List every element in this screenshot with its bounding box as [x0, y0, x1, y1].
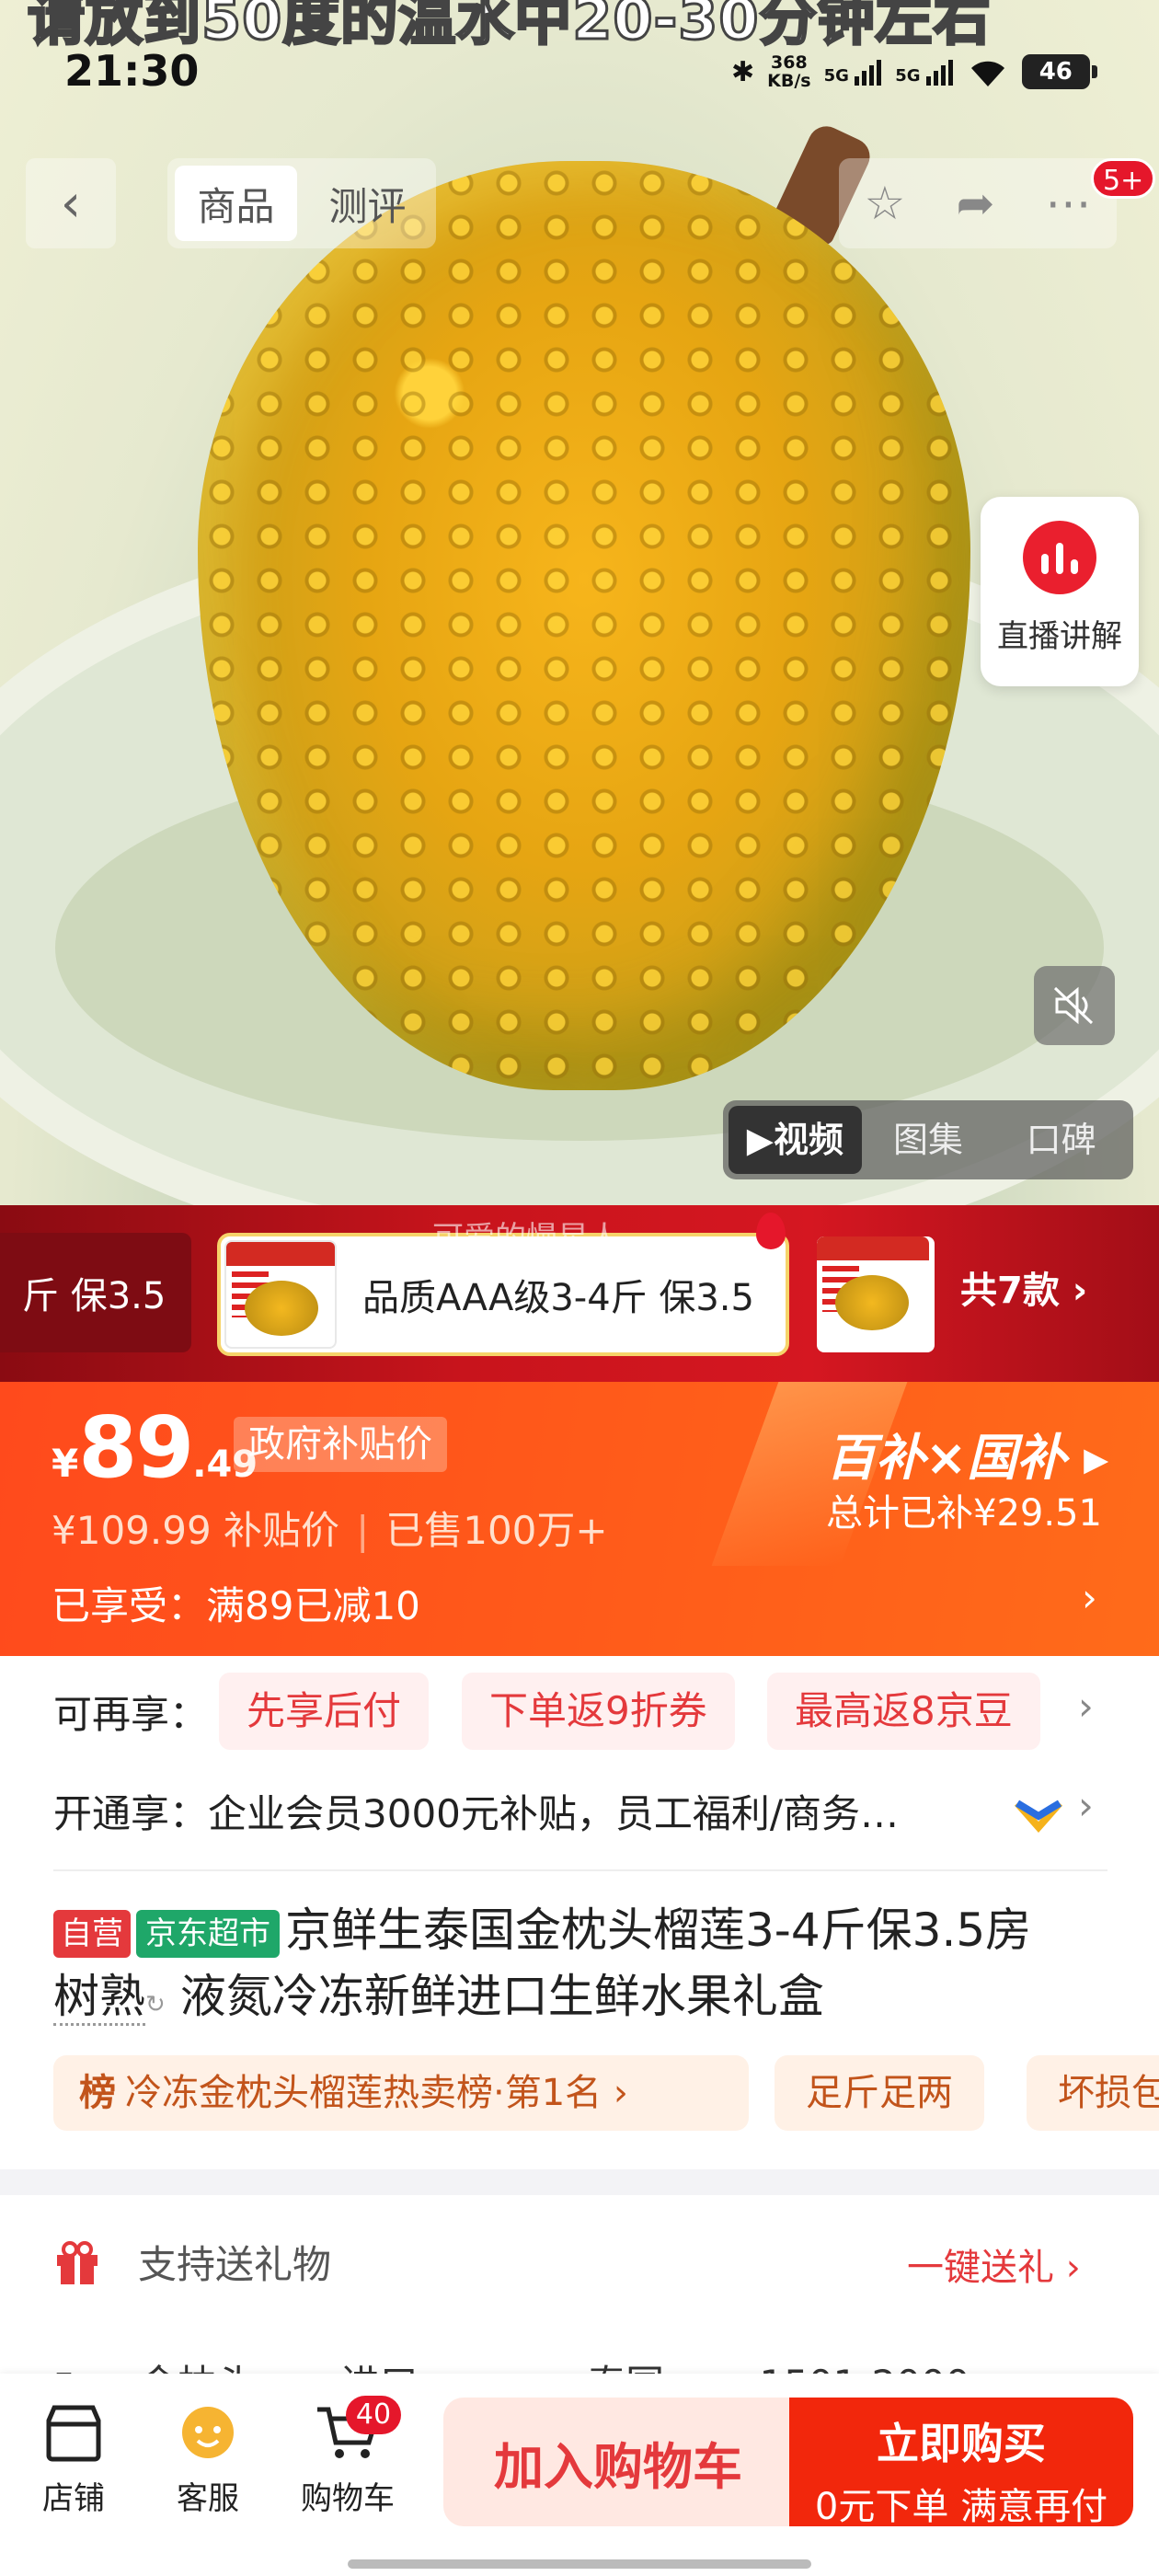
one-click-gift-button[interactable]: 一键送礼 ›	[907, 2237, 1081, 2291]
chevron-right-icon: ›	[1072, 1270, 1088, 1312]
nav-actions: ☆ ➦ ⋯	[839, 158, 1117, 248]
store-button[interactable]: 店铺	[18, 2398, 129, 2518]
benefits-label: 可再享：	[53, 1692, 209, 1737]
variant-count[interactable]: 共7款 ›	[960, 1260, 1087, 1314]
section-separator	[0, 2169, 1159, 2195]
cart-count-badge: 40	[346, 2396, 401, 2434]
gift-row[interactable]: 支持送礼物	[53, 2234, 331, 2290]
chevron-right-icon: ›	[1065, 2247, 1081, 2289]
more-icon[interactable]: ⋯	[1045, 177, 1091, 230]
live-explain-button[interactable]: 直播讲解	[981, 497, 1139, 686]
speaker-muted-icon	[1053, 986, 1094, 1025]
status-icons: ✱ 368 KB/s 5G 5G 46	[731, 46, 1097, 98]
product-title: 自营 京东超市 京鲜生泰国金枕头榴莲3-4斤保3.5房 树熟↻ 液氮冷冻新鲜进口生鲜水…	[53, 1897, 1111, 2038]
media-tabs: ▶视频 图集 口碑	[723, 1100, 1133, 1179]
chevron-right-icon[interactable]: ›	[1078, 1684, 1094, 1729]
service-button[interactable]: 客服	[153, 2398, 263, 2518]
ranking-chip[interactable]: 榜冷冻金枕头榴莲热卖榜·第1名 ›	[53, 2055, 749, 2131]
price: ¥ 89 .49	[52, 1398, 258, 1497]
buy-now-button[interactable]: 立即购买 0元下单 满意再付	[789, 2398, 1133, 2528]
chip-coupon[interactable]: 下单返9折券	[462, 1673, 735, 1750]
term-tree-ripe[interactable]: 树熟	[53, 1970, 145, 2026]
gov-subsidy-tag: 政府补贴价	[234, 1417, 447, 1472]
live-label: 直播讲解	[997, 618, 1122, 655]
share-icon[interactable]: ➦	[956, 177, 994, 230]
play-icon: ▸	[1084, 1429, 1109, 1487]
message-badge: 5+	[1091, 158, 1156, 199]
chevron-right-icon[interactable]: ›	[1078, 1783, 1094, 1828]
refresh-icon: ↻	[145, 1991, 166, 2018]
chevron-right-icon: ›	[613, 2072, 628, 2114]
customer-service-icon	[182, 2407, 234, 2458]
live-icon	[1023, 521, 1096, 594]
chevron-right-icon[interactable]: ›	[1082, 1575, 1097, 1620]
damage-guarantee-chip[interactable]: 坏损包	[1027, 2055, 1159, 2131]
divider	[53, 1869, 1107, 1871]
status-time: 21:30	[64, 46, 200, 96]
price-subline: ¥109.99 补贴价 | 已售100万+	[52, 1508, 608, 1553]
signal-icon-2: 5G	[895, 58, 954, 86]
variant-thumbnail	[224, 1240, 337, 1349]
home-indicator[interactable]	[348, 2559, 811, 2569]
variant-label: 品质AAA级3-4斤 保3.5	[362, 1277, 754, 1319]
add-to-cart-button[interactable]: 加入购物车	[443, 2398, 793, 2526]
chevron-left-icon: ‹	[60, 173, 82, 234]
store-icon	[46, 2405, 101, 2462]
star-icon[interactable]: ☆	[865, 177, 906, 230]
tab-gallery[interactable]: 图集	[862, 1106, 995, 1174]
play-icon: ▶	[746, 1120, 774, 1160]
mute-button[interactable]	[1034, 966, 1115, 1045]
tab-review[interactable]: 测评	[306, 166, 429, 241]
video-overlay-text: 可爱的慢星人	[432, 1220, 620, 1257]
full-weight-chip[interactable]: 足斤足两	[775, 2055, 984, 2131]
chip-jingdou[interactable]: 最高返8京豆	[767, 1673, 1040, 1750]
variant-prev[interactable]: 斤 保3.5	[0, 1233, 191, 1352]
vip-icon	[1015, 1800, 1062, 1833]
chip-pay-later[interactable]: 先享后付	[219, 1673, 430, 1750]
gift-icon	[57, 2240, 98, 2284]
promo-applied[interactable]: 已享受：满89已减10	[52, 1575, 420, 1631]
bluetooth-icon: ✱	[731, 55, 755, 88]
signal-icon: 5G	[824, 58, 883, 86]
tab-reputation[interactable]: 口碑	[994, 1106, 1128, 1174]
tab-video[interactable]: ▶视频	[729, 1106, 862, 1174]
wifi-icon	[970, 61, 1004, 86]
jd-supermarket-tag: 京东超市	[136, 1909, 280, 1958]
variant-next[interactable]	[817, 1236, 935, 1352]
battery-icon: 46	[1021, 54, 1097, 89]
tab-product[interactable]: 商品	[175, 166, 297, 241]
subsidy-total: 总计已补¥29.51	[826, 1492, 1102, 1535]
drop-icon	[756, 1213, 786, 1249]
net-speed: 368 KB/s	[767, 52, 811, 91]
nav-tabs: 商品 测评	[167, 158, 436, 248]
subsidy-title[interactable]: 百补×国补 ▸	[826, 1417, 1108, 1489]
self-operated-tag: 自营	[53, 1909, 131, 1958]
membership-row[interactable]: 开通享：企业会员3000元补贴，员工福利/商务…	[53, 1783, 1010, 1839]
variant-thumbnail	[817, 1236, 929, 1345]
back-button[interactable]: ‹	[26, 158, 116, 248]
